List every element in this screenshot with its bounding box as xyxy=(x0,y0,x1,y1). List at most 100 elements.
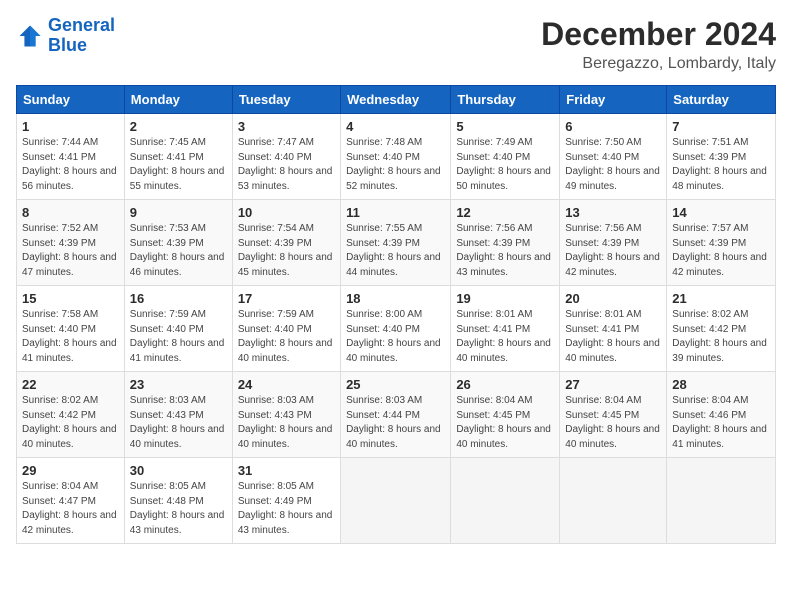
calendar-week-row: 15 Sunrise: 7:58 AM Sunset: 4:40 PM Dayl… xyxy=(17,286,776,372)
sunset-label: Sunset: 4:40 PM xyxy=(456,152,530,163)
sunrise-label: Sunrise: 7:58 AM xyxy=(22,309,98,320)
location-title: Beregazzo, Lombardy, Italy xyxy=(541,55,776,73)
sunset-label: Sunset: 4:41 PM xyxy=(565,324,639,335)
sunrise-label: Sunrise: 7:59 AM xyxy=(130,309,206,320)
day-info: Sunrise: 8:04 AM Sunset: 4:45 PM Dayligh… xyxy=(456,394,554,452)
daylight-label: Daylight: 8 hours and 40 minutes. xyxy=(456,424,551,450)
day-number: 9 xyxy=(130,205,227,220)
sunset-label: Sunset: 4:39 PM xyxy=(346,238,420,249)
day-info: Sunrise: 7:58 AM Sunset: 4:40 PM Dayligh… xyxy=(22,308,119,366)
day-info: Sunrise: 8:00 AM Sunset: 4:40 PM Dayligh… xyxy=(346,308,445,366)
calendar-week-row: 1 Sunrise: 7:44 AM Sunset: 4:41 PM Dayli… xyxy=(17,114,776,200)
daylight-label: Daylight: 8 hours and 53 minutes. xyxy=(238,166,333,192)
daylight-label: Daylight: 8 hours and 47 minutes. xyxy=(22,252,117,278)
day-number: 5 xyxy=(456,119,554,134)
title-area: December 2024 Beregazzo, Lombardy, Italy xyxy=(541,16,776,73)
sunset-label: Sunset: 4:40 PM xyxy=(565,152,639,163)
table-row: 18 Sunrise: 8:00 AM Sunset: 4:40 PM Dayl… xyxy=(341,286,451,372)
header-saturday: Saturday xyxy=(667,86,776,114)
table-row: 4 Sunrise: 7:48 AM Sunset: 4:40 PM Dayli… xyxy=(341,114,451,200)
sunrise-label: Sunrise: 8:00 AM xyxy=(346,309,422,320)
day-info: Sunrise: 7:47 AM Sunset: 4:40 PM Dayligh… xyxy=(238,136,335,194)
day-info: Sunrise: 7:48 AM Sunset: 4:40 PM Dayligh… xyxy=(346,136,445,194)
day-number: 1 xyxy=(22,119,119,134)
sunrise-label: Sunrise: 8:04 AM xyxy=(456,395,532,406)
table-row: 7 Sunrise: 7:51 AM Sunset: 4:39 PM Dayli… xyxy=(667,114,776,200)
day-info: Sunrise: 7:53 AM Sunset: 4:39 PM Dayligh… xyxy=(130,222,227,280)
table-row: 19 Sunrise: 8:01 AM Sunset: 4:41 PM Dayl… xyxy=(451,286,560,372)
day-info: Sunrise: 8:02 AM Sunset: 4:42 PM Dayligh… xyxy=(22,394,119,452)
day-info: Sunrise: 8:05 AM Sunset: 4:49 PM Dayligh… xyxy=(238,480,335,538)
day-number: 6 xyxy=(565,119,661,134)
logo-icon xyxy=(16,22,44,50)
day-number: 25 xyxy=(346,377,445,392)
day-number: 16 xyxy=(130,291,227,306)
header-sunday: Sunday xyxy=(17,86,125,114)
daylight-label: Daylight: 8 hours and 41 minutes. xyxy=(22,338,117,364)
day-number: 29 xyxy=(22,463,119,478)
table-row: 11 Sunrise: 7:55 AM Sunset: 4:39 PM Dayl… xyxy=(341,200,451,286)
sunrise-label: Sunrise: 7:48 AM xyxy=(346,137,422,148)
sunset-label: Sunset: 4:46 PM xyxy=(672,410,746,421)
sunrise-label: Sunrise: 7:56 AM xyxy=(565,223,641,234)
sunrise-label: Sunrise: 8:04 AM xyxy=(565,395,641,406)
table-row: 3 Sunrise: 7:47 AM Sunset: 4:40 PM Dayli… xyxy=(232,114,340,200)
day-number: 23 xyxy=(130,377,227,392)
sunset-label: Sunset: 4:40 PM xyxy=(130,324,204,335)
table-row: 9 Sunrise: 7:53 AM Sunset: 4:39 PM Dayli… xyxy=(124,200,232,286)
table-row: 23 Sunrise: 8:03 AM Sunset: 4:43 PM Dayl… xyxy=(124,372,232,458)
daylight-label: Daylight: 8 hours and 46 minutes. xyxy=(130,252,225,278)
table-row: 30 Sunrise: 8:05 AM Sunset: 4:48 PM Dayl… xyxy=(124,458,232,544)
sunset-label: Sunset: 4:42 PM xyxy=(22,410,96,421)
sunrise-label: Sunrise: 7:54 AM xyxy=(238,223,314,234)
table-row: 10 Sunrise: 7:54 AM Sunset: 4:39 PM Dayl… xyxy=(232,200,340,286)
table-row: 28 Sunrise: 8:04 AM Sunset: 4:46 PM Dayl… xyxy=(667,372,776,458)
sunrise-label: Sunrise: 8:01 AM xyxy=(456,309,532,320)
header-friday: Friday xyxy=(560,86,667,114)
table-row xyxy=(667,458,776,544)
day-info: Sunrise: 8:03 AM Sunset: 4:44 PM Dayligh… xyxy=(346,394,445,452)
sunset-label: Sunset: 4:41 PM xyxy=(22,152,96,163)
sunrise-label: Sunrise: 8:04 AM xyxy=(22,481,98,492)
table-row: 2 Sunrise: 7:45 AM Sunset: 4:41 PM Dayli… xyxy=(124,114,232,200)
day-number: 20 xyxy=(565,291,661,306)
day-info: Sunrise: 7:59 AM Sunset: 4:40 PM Dayligh… xyxy=(130,308,227,366)
header-monday: Monday xyxy=(124,86,232,114)
table-row: 22 Sunrise: 8:02 AM Sunset: 4:42 PM Dayl… xyxy=(17,372,125,458)
sunset-label: Sunset: 4:48 PM xyxy=(130,496,204,507)
daylight-label: Daylight: 8 hours and 42 minutes. xyxy=(672,252,767,278)
sunrise-label: Sunrise: 8:03 AM xyxy=(346,395,422,406)
daylight-label: Daylight: 8 hours and 41 minutes. xyxy=(130,338,225,364)
sunrise-label: Sunrise: 8:05 AM xyxy=(238,481,314,492)
logo: General Blue xyxy=(16,16,115,56)
table-row: 15 Sunrise: 7:58 AM Sunset: 4:40 PM Dayl… xyxy=(17,286,125,372)
day-info: Sunrise: 7:55 AM Sunset: 4:39 PM Dayligh… xyxy=(346,222,445,280)
day-info: Sunrise: 7:56 AM Sunset: 4:39 PM Dayligh… xyxy=(565,222,661,280)
day-info: Sunrise: 8:04 AM Sunset: 4:47 PM Dayligh… xyxy=(22,480,119,538)
daylight-label: Daylight: 8 hours and 40 minutes. xyxy=(238,338,333,364)
sunset-label: Sunset: 4:39 PM xyxy=(565,238,639,249)
sunset-label: Sunset: 4:40 PM xyxy=(346,152,420,163)
daylight-label: Daylight: 8 hours and 39 minutes. xyxy=(672,338,767,364)
sunrise-label: Sunrise: 8:05 AM xyxy=(130,481,206,492)
sunset-label: Sunset: 4:40 PM xyxy=(346,324,420,335)
calendar-header-row: Sunday Monday Tuesday Wednesday Thursday… xyxy=(17,86,776,114)
daylight-label: Daylight: 8 hours and 43 minutes. xyxy=(238,510,333,536)
sunrise-label: Sunrise: 7:57 AM xyxy=(672,223,748,234)
day-info: Sunrise: 7:45 AM Sunset: 4:41 PM Dayligh… xyxy=(130,136,227,194)
day-info: Sunrise: 8:01 AM Sunset: 4:41 PM Dayligh… xyxy=(456,308,554,366)
daylight-label: Daylight: 8 hours and 42 minutes. xyxy=(22,510,117,536)
table-row: 20 Sunrise: 8:01 AM Sunset: 4:41 PM Dayl… xyxy=(560,286,667,372)
sunrise-label: Sunrise: 8:03 AM xyxy=(130,395,206,406)
sunrise-label: Sunrise: 7:53 AM xyxy=(130,223,206,234)
sunset-label: Sunset: 4:40 PM xyxy=(238,324,312,335)
daylight-label: Daylight: 8 hours and 49 minutes. xyxy=(565,166,660,192)
sunrise-label: Sunrise: 8:01 AM xyxy=(565,309,641,320)
daylight-label: Daylight: 8 hours and 40 minutes. xyxy=(456,338,551,364)
day-number: 26 xyxy=(456,377,554,392)
day-number: 13 xyxy=(565,205,661,220)
table-row: 25 Sunrise: 8:03 AM Sunset: 4:44 PM Dayl… xyxy=(341,372,451,458)
daylight-label: Daylight: 8 hours and 52 minutes. xyxy=(346,166,441,192)
sunrise-label: Sunrise: 7:51 AM xyxy=(672,137,748,148)
sunset-label: Sunset: 4:45 PM xyxy=(456,410,530,421)
